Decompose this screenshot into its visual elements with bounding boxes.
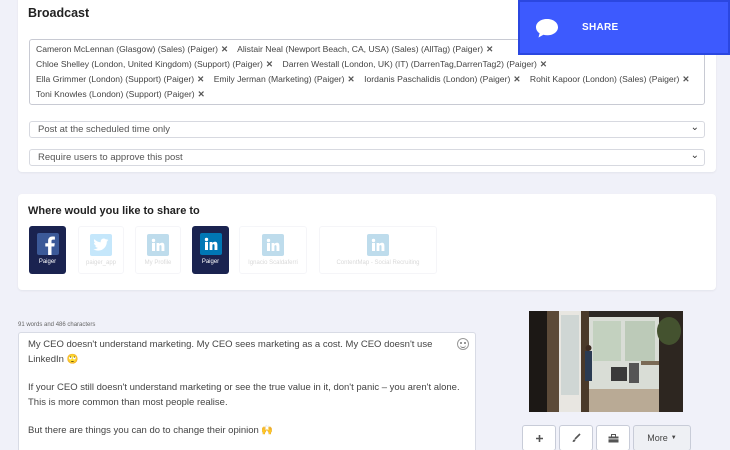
destination-label: My Profile xyxy=(144,260,172,266)
recipient-name: Ella Grimmer (London) (Support) (Paiger) xyxy=(36,74,195,84)
recipient-chip: Ella Grimmer (London) (Support) (Paiger)… xyxy=(36,74,204,84)
remove-recipient-icon[interactable]: ✕ xyxy=(198,89,205,99)
schedule-select[interactable]: Post at the scheduled time only ⌄ xyxy=(29,121,705,138)
chevron-down-icon: ⌄ xyxy=(690,150,699,161)
destination-label: paiger_app xyxy=(85,260,117,266)
recipient-name: Toni Knowles (London) (Support) (Paiger) xyxy=(36,89,195,99)
destination-label: Paiger xyxy=(38,259,57,265)
recipient-chip: Toni Knowles (London) (Support) (Paiger)… xyxy=(36,89,205,99)
recipient-name: Alistair Neal (Newport Beach, CA, USA) (… xyxy=(237,44,484,54)
destination-label: ContentMap - Social Recruiting xyxy=(336,260,420,266)
recipient-chip: Chloe Shelley (London, United Kingdom) (… xyxy=(36,59,273,69)
recipient-name: Cameron McLennan (Glasgow) (Sales) (Paig… xyxy=(36,44,218,54)
post-image xyxy=(529,311,683,412)
linkedin-icon xyxy=(262,234,284,256)
recipient-chip: Darren Westall (London, UK) (IT) (Darren… xyxy=(283,59,548,69)
approval-select[interactable]: Require users to approve this post ⌄ xyxy=(29,149,705,166)
remove-recipient-icon[interactable]: ✕ xyxy=(266,59,273,69)
remove-recipient-icon[interactable]: ✕ xyxy=(221,44,228,54)
broadcast-title: Broadcast xyxy=(28,6,90,20)
share-button-label: SHARE xyxy=(582,22,619,33)
post-paragraph: If your CEO still doesn't understand mar… xyxy=(28,382,460,408)
emoji-picker-icon[interactable] xyxy=(457,338,469,350)
destination-linkedin-my-profile[interactable]: My Profile xyxy=(135,226,181,274)
recipient-name: Iordanis Paschalidis (London) (Paiger) xyxy=(364,74,511,84)
chevron-down-icon: ⌄ xyxy=(690,122,699,133)
destination-label: Ignacio Scaldaferri xyxy=(248,260,298,266)
remove-recipient-icon[interactable]: ✕ xyxy=(540,59,547,69)
remove-recipient-icon[interactable]: ✕ xyxy=(486,44,493,54)
remove-recipient-icon[interactable]: ✕ xyxy=(682,74,689,84)
brush-icon xyxy=(572,433,581,442)
plus-icon xyxy=(535,434,543,442)
remove-recipient-icon[interactable]: ✕ xyxy=(197,74,204,84)
destination-linkedin-contentmap[interactable]: ContentMap - Social Recruiting xyxy=(319,226,437,274)
destination-twitter-paiger-app[interactable]: paiger_app xyxy=(78,226,124,274)
chat-bubble-icon xyxy=(536,18,558,37)
briefcase-icon xyxy=(608,433,618,442)
briefcase-button[interactable] xyxy=(596,425,630,450)
word-count: 91 words and 486 characters xyxy=(18,322,96,328)
linkedin-icon xyxy=(147,234,169,256)
recipient-chip: Iordanis Paschalidis (London) (Paiger) ✕ xyxy=(364,74,520,84)
remove-recipient-icon[interactable]: ✕ xyxy=(348,74,355,84)
destinations-title: Where would you like to share to xyxy=(28,205,200,217)
approval-select-value: Require users to approve this post xyxy=(38,152,183,163)
share-button[interactable]: SHARE xyxy=(518,0,730,55)
recipient-name: Rohit Kapoor (London) (Sales) (Paiger) xyxy=(529,74,680,84)
schedule-select-value: Post at the scheduled time only xyxy=(38,124,171,135)
destinations-card: Where would you like to share to Paiger … xyxy=(18,194,716,290)
add-button[interactable] xyxy=(522,425,556,450)
destination-linkedin-paiger[interactable]: Paiger xyxy=(192,226,229,274)
destination-label: Paiger xyxy=(201,259,220,265)
post-paragraph: But there are things you can do to chang… xyxy=(28,425,274,436)
recipient-chip: Emily Jerman (Marketing) (Paiger) ✕ xyxy=(214,74,355,84)
linkedin-icon xyxy=(199,233,222,255)
destination-linkedin-ignacio[interactable]: Ignacio Scaldaferri xyxy=(239,226,307,274)
edit-image-button[interactable] xyxy=(559,425,593,450)
recipient-chip: Rohit Kapoor (London) (Sales) (Paiger) ✕ xyxy=(530,74,690,84)
recipient-chip: Cameron McLennan (Glasgow) (Sales) (Paig… xyxy=(36,44,228,54)
post-editor[interactable]: My CEO doesn't understand marketing. My … xyxy=(18,332,476,450)
post-paragraph: My CEO doesn't understand marketing. My … xyxy=(28,339,433,365)
linkedin-icon xyxy=(367,234,389,256)
destination-facebook-paiger[interactable]: Paiger xyxy=(29,226,66,274)
image-toolbar: More ▼ xyxy=(522,425,691,450)
recipient-chip: Alistair Neal (Newport Beach, CA, USA) (… xyxy=(237,44,493,54)
more-label: More xyxy=(647,433,668,443)
facebook-icon xyxy=(36,233,59,255)
more-dropdown[interactable]: More ▼ xyxy=(633,425,691,450)
remove-recipient-icon[interactable]: ✕ xyxy=(513,74,520,84)
recipient-name: Emily Jerman (Marketing) (Paiger) xyxy=(213,74,345,84)
twitter-icon xyxy=(90,234,112,256)
recipient-name: Darren Westall (London, UK) (IT) (Darren… xyxy=(282,59,537,69)
caret-down-icon: ▼ xyxy=(670,435,677,441)
recipient-name: Chloe Shelley (London, United Kingdom) (… xyxy=(36,59,263,69)
